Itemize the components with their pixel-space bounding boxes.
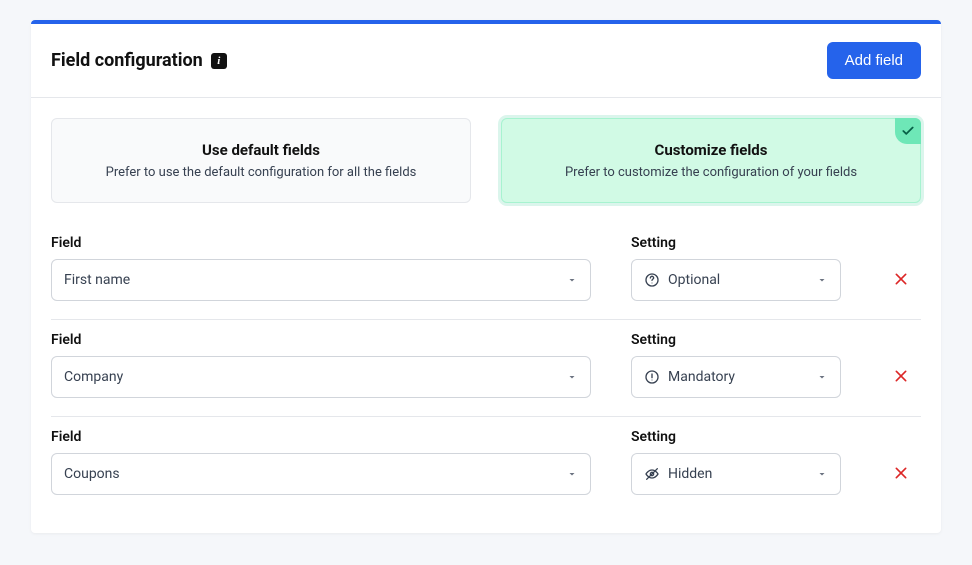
add-field-button[interactable]: Add field: [827, 42, 921, 79]
chevron-down-icon: [566, 468, 578, 480]
info-icon[interactable]: i: [211, 53, 227, 69]
close-icon: [893, 368, 909, 384]
check-icon: [895, 118, 921, 144]
close-icon: [893, 465, 909, 481]
chevron-down-icon: [816, 468, 828, 480]
mode-default-card[interactable]: Use default fields Prefer to use the def…: [51, 118, 471, 203]
delete-row-button[interactable]: [889, 267, 913, 291]
field-rows: Field First name Setting Optional: [51, 223, 921, 513]
mode-customize-title: Customize fields: [518, 141, 904, 159]
field-configuration-panel: Field configuration i Add field Use defa…: [31, 20, 941, 533]
chevron-down-icon: [566, 274, 578, 286]
field-label: Field: [51, 332, 591, 348]
delete-row-button[interactable]: [889, 461, 913, 485]
action-column: [881, 364, 921, 398]
mode-customize-card[interactable]: Customize fields Prefer to customize the…: [501, 118, 921, 203]
field-column: Field First name: [51, 235, 591, 301]
setting-select[interactable]: Hidden: [631, 453, 841, 495]
setting-value: Hidden: [668, 466, 712, 482]
delete-row-button[interactable]: [889, 364, 913, 388]
action-column: [881, 267, 921, 301]
mode-default-desc: Prefer to use the default configuration …: [68, 165, 454, 180]
setting-column: Setting Hidden: [631, 429, 841, 495]
alert-circle-icon: [644, 369, 660, 385]
field-column: Field Coupons: [51, 429, 591, 495]
field-value: First name: [64, 272, 130, 288]
setting-value: Optional: [668, 272, 720, 288]
setting-label: Setting: [631, 429, 841, 445]
setting-column: Setting Optional: [631, 235, 841, 301]
setting-select[interactable]: Mandatory: [631, 356, 841, 398]
mode-customize-desc: Prefer to customize the configuration of…: [518, 165, 904, 180]
panel-header: Field configuration i Add field: [31, 24, 941, 98]
mode-cards: Use default fields Prefer to use the def…: [51, 118, 921, 203]
mode-default-title: Use default fields: [68, 141, 454, 159]
field-select[interactable]: Coupons: [51, 453, 591, 495]
question-circle-icon: [644, 272, 660, 288]
chevron-down-icon: [566, 371, 578, 383]
field-label: Field: [51, 429, 591, 445]
chevron-down-icon: [816, 371, 828, 383]
field-select[interactable]: First name: [51, 259, 591, 301]
field-row: Field Coupons Setting Hidden: [51, 417, 921, 513]
close-icon: [893, 271, 909, 287]
setting-label: Setting: [631, 235, 841, 251]
setting-select[interactable]: Optional: [631, 259, 841, 301]
action-column: [881, 461, 921, 495]
header-title-group: Field configuration i: [51, 50, 227, 71]
field-value: Company: [64, 369, 123, 385]
field-label: Field: [51, 235, 591, 251]
setting-column: Setting Mandatory: [631, 332, 841, 398]
setting-value: Mandatory: [668, 369, 735, 385]
panel-content: Use default fields Prefer to use the def…: [31, 98, 941, 533]
field-value: Coupons: [64, 466, 120, 482]
field-row: Field First name Setting Optional: [51, 223, 921, 320]
eye-off-icon: [644, 466, 660, 482]
page-title: Field configuration: [51, 50, 203, 71]
chevron-down-icon: [816, 274, 828, 286]
field-row: Field Company Setting Mandatory: [51, 320, 921, 417]
setting-label: Setting: [631, 332, 841, 348]
field-column: Field Company: [51, 332, 591, 398]
field-select[interactable]: Company: [51, 356, 591, 398]
